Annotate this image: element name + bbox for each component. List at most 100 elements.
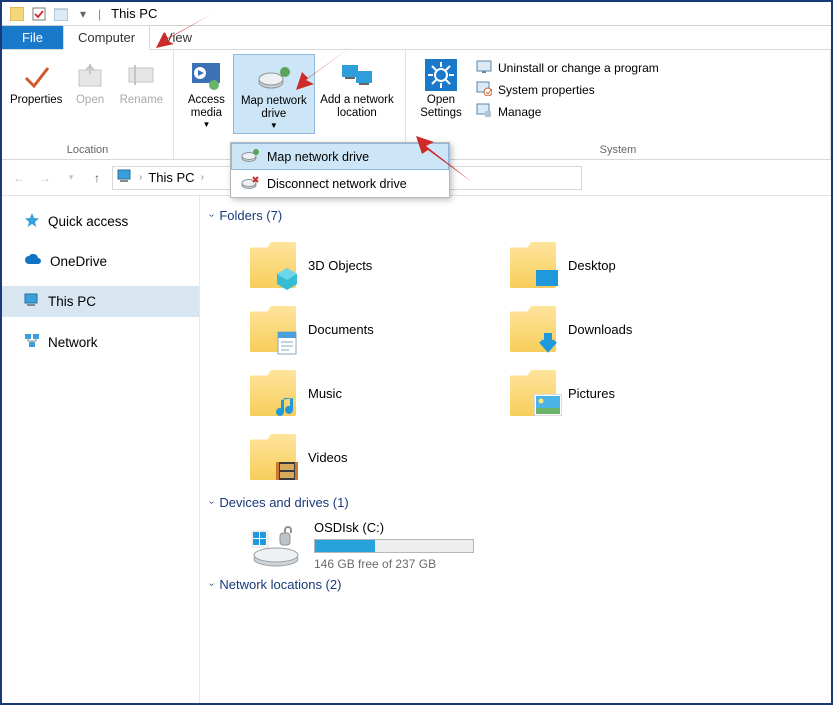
folder-music-label: Music: [308, 386, 342, 401]
folder-videos[interactable]: Videos: [250, 425, 510, 489]
folder-icon: [510, 370, 556, 416]
dd-disconnect-label: Disconnect network drive: [267, 177, 407, 191]
group-location-label: Location: [2, 142, 173, 159]
dropdown-map-network-drive[interactable]: Map network drive: [231, 143, 449, 170]
group-system-label: System: [406, 142, 830, 159]
content-area: Quick access OneDrive This PC Network › …: [2, 196, 831, 703]
section-netloc-header[interactable]: › Network locations (2): [210, 571, 821, 602]
dd-disconnect-icon: [241, 175, 259, 192]
cloud-icon: [24, 253, 42, 270]
title-bar: ▾ | This PC: [2, 2, 831, 26]
qat-properties-icon[interactable]: [30, 5, 48, 23]
sidebar-quick-access-label: Quick access: [48, 214, 128, 229]
section-devices-header[interactable]: › Devices and drives (1): [210, 489, 821, 520]
open-icon: [73, 58, 107, 92]
uninstall-label: Uninstall or change a program: [498, 61, 659, 75]
sidebar-onedrive-label: OneDrive: [50, 254, 107, 269]
ribbon: Properties Open Rename Location: [2, 50, 831, 160]
folder-icon: [510, 306, 556, 352]
tab-view[interactable]: View: [150, 26, 206, 49]
drive-name: OSDIsk (C:): [314, 520, 474, 535]
open-settings-button[interactable]: Open Settings: [412, 54, 470, 122]
add-network-location-button[interactable]: Add a network location: [315, 54, 399, 122]
qat-customize-icon[interactable]: ▾: [74, 5, 92, 23]
sidebar-network-label: Network: [48, 335, 98, 350]
group-system: Open Settings Uninstall or change a prog…: [406, 50, 831, 159]
uninstall-program-button[interactable]: Uninstall or change a program: [476, 58, 659, 77]
address-pc-icon: [117, 168, 133, 187]
section-netloc-label: Network locations (2): [219, 577, 341, 592]
access-media-button[interactable]: Access media ▼: [180, 54, 233, 132]
system-menu-icon[interactable]: [8, 5, 26, 23]
qat-new-folder-icon[interactable]: [52, 5, 70, 23]
network-icon: [24, 333, 40, 352]
folder-desktop[interactable]: Desktop: [510, 233, 770, 297]
rename-label: Rename: [120, 94, 163, 107]
folder-pictures[interactable]: Pictures: [510, 361, 770, 425]
title-separator: |: [98, 7, 101, 21]
map-drive-dropdown: Map network drive Disconnect network dri…: [230, 142, 450, 198]
folder-desktop-label: Desktop: [568, 258, 616, 273]
chevron-down-icon: ›: [206, 583, 217, 586]
drive-c[interactable]: OSDIsk (C:) 146 GB free of 237 GB: [210, 520, 821, 571]
rename-icon: [124, 58, 158, 92]
system-properties-label: System properties: [498, 83, 595, 97]
open-label: Open: [76, 94, 104, 107]
manage-button[interactable]: Manage: [476, 102, 659, 121]
system-small-buttons: Uninstall or change a program System pro…: [470, 54, 665, 125]
drive-icon: [250, 525, 302, 567]
nav-forward-button[interactable]: →: [34, 167, 56, 189]
rename-button: Rename: [116, 54, 167, 109]
tab-file[interactable]: File: [2, 26, 63, 49]
dropdown-disconnect-drive[interactable]: Disconnect network drive: [231, 170, 449, 197]
system-properties-icon: [476, 80, 492, 99]
open-button: Open: [64, 54, 115, 109]
window-title: This PC: [111, 6, 157, 21]
address-sep-icon: ›: [139, 172, 142, 183]
section-folders-label: Folders (7): [219, 208, 282, 223]
sidebar-item-network[interactable]: Network: [2, 327, 199, 358]
folder-3d-objects[interactable]: 3D Objects: [250, 233, 510, 297]
section-folders-header[interactable]: › Folders (7): [210, 202, 821, 233]
folder-downloads[interactable]: Downloads: [510, 297, 770, 361]
star-icon: [24, 212, 40, 231]
pc-icon: [24, 292, 40, 311]
section-devices-label: Devices and drives (1): [219, 495, 348, 510]
group-location: Properties Open Rename Location: [2, 50, 174, 159]
manage-icon: [476, 102, 492, 121]
nav-sidebar: Quick access OneDrive This PC Network: [2, 196, 200, 703]
map-network-drive-label: Map network drive: [236, 95, 312, 121]
drive-usage-fill: [315, 540, 375, 552]
uninstall-icon: [476, 58, 492, 77]
folder-documents[interactable]: Documents: [250, 297, 510, 361]
sidebar-this-pc-label: This PC: [48, 294, 96, 309]
nav-back-button[interactable]: ←: [8, 167, 30, 189]
chevron-down-icon: ›: [206, 214, 217, 217]
nav-up-button[interactable]: ↑: [86, 167, 108, 189]
sidebar-item-this-pc[interactable]: This PC: [2, 286, 199, 317]
access-media-label: Access media: [182, 94, 231, 120]
folder-icon: [510, 242, 556, 288]
settings-icon: [424, 58, 458, 92]
add-network-location-icon: [340, 58, 374, 92]
folder-downloads-label: Downloads: [568, 322, 632, 337]
main-pane: › Folders (7) 3D Objects Desktop Docu: [200, 196, 831, 703]
folder-icon: [250, 434, 296, 480]
properties-label: Properties: [10, 94, 62, 107]
open-settings-label: Open Settings: [414, 94, 468, 120]
breadcrumb-this-pc[interactable]: This PC: [148, 170, 194, 185]
tab-computer[interactable]: Computer: [63, 25, 150, 50]
properties-button[interactable]: Properties: [8, 54, 64, 109]
nav-recent-button[interactable]: ▾: [60, 167, 82, 189]
folder-3d-label: 3D Objects: [308, 258, 372, 273]
folder-music[interactable]: Music: [250, 361, 510, 425]
folder-icon: [250, 306, 296, 352]
sidebar-item-quick-access[interactable]: Quick access: [2, 206, 199, 237]
map-network-drive-button[interactable]: Map network drive ▼: [233, 54, 315, 134]
sidebar-item-onedrive[interactable]: OneDrive: [2, 247, 199, 276]
folders-grid: 3D Objects Desktop Documents Downloads: [210, 233, 821, 489]
address-sep-icon: ›: [201, 172, 204, 183]
system-properties-button[interactable]: System properties: [476, 80, 659, 99]
access-media-icon: [189, 58, 223, 92]
folder-documents-label: Documents: [308, 322, 374, 337]
